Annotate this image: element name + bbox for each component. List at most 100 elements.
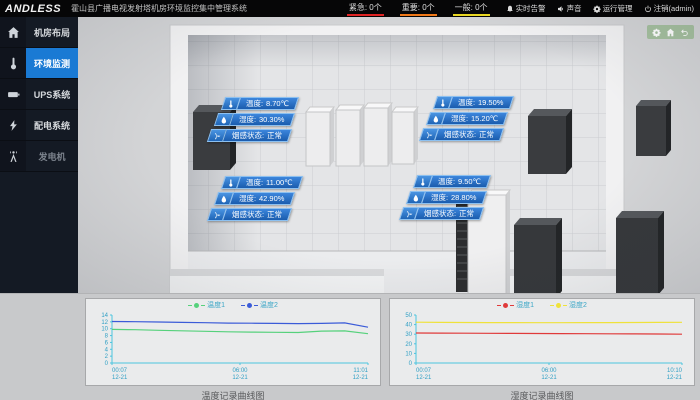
lightning-icon <box>7 119 20 132</box>
menu-item-sound[interactable]: 声音 <box>557 3 582 14</box>
legend-dot <box>194 303 199 308</box>
viewer-toolbar <box>647 25 694 39</box>
legend-dot <box>556 303 561 308</box>
svg-text:50: 50 <box>405 313 412 319</box>
smoke-icon <box>405 210 413 218</box>
ac-units-row <box>306 103 418 166</box>
server-rack-right-top <box>528 109 572 174</box>
logout-icon <box>644 5 652 13</box>
svg-text:14: 14 <box>101 313 108 319</box>
sensor-value: 正常 <box>459 208 474 219</box>
battery-icon <box>7 88 20 101</box>
sensor-value: 15.20℃ <box>471 114 498 123</box>
humidity-icon <box>412 194 420 202</box>
sidebar: 机房布局环境监测UPS系统配电系统发电机 <box>0 17 78 293</box>
sidebar-item-label: 配电系统 <box>26 110 78 140</box>
sensor-row: 烟感状态:正常 <box>207 129 292 142</box>
svg-text:12-21: 12-21 <box>232 375 248 381</box>
chart-plot: 0246810121400:0712-2106:0012-2111:0112-2… <box>86 309 380 385</box>
sensor-row: 湿度:30.30% <box>214 113 295 126</box>
svg-text:4: 4 <box>105 347 109 353</box>
smoke-icon <box>213 211 221 219</box>
thermometer-icon <box>7 57 20 70</box>
humidity-icon <box>432 115 440 123</box>
sensor-label: 湿度: <box>239 193 256 204</box>
sidebar-item-room-layout[interactable]: 机房布局 <box>0 17 78 48</box>
sensor-label: 温度: <box>438 176 455 187</box>
sidebar-item-label: 发电机 <box>26 141 78 171</box>
home-icon <box>7 26 20 39</box>
svg-text:40: 40 <box>405 323 412 329</box>
sidebar-item-power-dist[interactable]: 配电系统 <box>0 110 78 141</box>
svg-text:6: 6 <box>105 340 109 346</box>
sensor-group-2: 温度:19.50%湿度:15.20℃烟感状态:正常 <box>435 96 512 144</box>
menu-item-realtime-alarm[interactable]: 实时告警 <box>506 3 546 14</box>
sidebar-item-label: UPS系统 <box>26 79 78 109</box>
smoke-icon <box>425 131 433 139</box>
chart-plot: 0102030405000:0712-2106:0012-2110:1012-2… <box>390 309 694 385</box>
speaker-icon <box>557 5 565 13</box>
alarm-general: 一般: 0个 <box>453 1 490 16</box>
thermometer-icon <box>439 99 447 107</box>
svg-text:12-21: 12-21 <box>353 375 369 381</box>
sensor-group-3: 温度:11.00℃湿度:42.90%烟感状态:正常 <box>223 176 301 224</box>
sensor-label: 烟感状态: <box>232 209 264 220</box>
sensor-value: 19.50% <box>478 98 503 107</box>
alarm-critical: 紧急: 0个 <box>347 1 384 16</box>
sensor-row: 烟感状态:正常 <box>207 208 292 221</box>
top-header: ANDLESS 霍山县广播电视发射塔机房环境监控集中管理系统 紧急: 0个重要:… <box>0 0 700 17</box>
sensor-value: 8.70℃ <box>266 99 289 108</box>
header-menu: 实时告警声音运行管理注销(admin) <box>506 3 694 14</box>
app-root: ANDLESS 霍山县广播电视发射塔机房环境监控集中管理系统 紧急: 0个重要:… <box>0 0 700 400</box>
server-rack-bottom-b <box>616 211 664 293</box>
sidebar-item-label: 环境监测 <box>26 48 78 78</box>
room-3d-view[interactable]: 温度:8.70℃湿度:30.30%烟感状态:正常温度:19.50%湿度:15.2… <box>78 17 700 293</box>
chart-title-temperature: 温度记录曲线图 <box>85 389 381 400</box>
sidebar-item-env-monitor[interactable]: 环境监测 <box>0 48 78 79</box>
sensor-group-1: 温度:8.70℃湿度:30.30%烟感状态:正常 <box>223 97 297 145</box>
undo-icon[interactable] <box>680 28 689 37</box>
svg-text:20: 20 <box>405 342 412 348</box>
chart-panel-humidity: 湿度1湿度20102030405000:0712-2106:0012-2110:… <box>389 298 695 386</box>
sensor-label: 温度: <box>246 98 263 109</box>
sensor-value: 11.00℃ <box>266 178 293 187</box>
menu-item-operation-mgmt[interactable]: 运行管理 <box>593 3 633 14</box>
thermometer-icon <box>227 100 235 108</box>
sensor-label: 湿度: <box>431 192 448 203</box>
sensor-label: 烟感状态: <box>424 208 456 219</box>
svg-text:06:00: 06:00 <box>232 368 248 374</box>
svg-text:00:07: 00:07 <box>416 368 432 374</box>
sensor-row: 烟感状态:正常 <box>399 207 484 220</box>
home-icon[interactable] <box>666 28 675 37</box>
sensor-row: 温度:9.50℃ <box>413 175 491 188</box>
gear-icon <box>593 5 601 13</box>
sensor-value: 正常 <box>479 129 494 140</box>
svg-text:11:01: 11:01 <box>353 368 368 374</box>
room-3d-render <box>78 17 700 293</box>
app-title: 霍山县广播电视发射塔机房环境监控集中管理系统 <box>71 3 247 14</box>
alarm-general-count: 0个 <box>475 3 487 12</box>
thermometer-icon <box>419 178 427 186</box>
sensor-value: 正常 <box>267 130 282 141</box>
bell-icon <box>506 5 514 13</box>
sidebar-item-generator[interactable]: 发电机 <box>0 141 78 172</box>
sensor-row: 烟感状态:正常 <box>419 128 504 141</box>
svg-text:12-21: 12-21 <box>416 375 432 381</box>
server-rack-bottom-a <box>514 218 562 293</box>
chart-title-humidity: 湿度记录曲线图 <box>389 389 695 400</box>
sidebar-item-ups-system[interactable]: UPS系统 <box>0 79 78 110</box>
sensor-value: 30.30% <box>259 115 284 124</box>
svg-text:10: 10 <box>405 351 412 357</box>
humidity-icon <box>220 116 228 124</box>
svg-text:0: 0 <box>105 361 109 367</box>
sensor-row: 湿度:28.80% <box>406 191 487 204</box>
svg-text:8: 8 <box>105 334 109 340</box>
sensor-row: 温度:11.00℃ <box>221 176 303 189</box>
settings-icon[interactable] <box>652 28 661 37</box>
svg-text:2: 2 <box>105 354 109 360</box>
menu-item-logout[interactable]: 注销(admin) <box>644 3 694 14</box>
brand-logo: ANDLESS <box>5 3 61 15</box>
sensor-group-4: 温度:9.50℃湿度:28.80%烟感状态:正常 <box>415 175 489 223</box>
thermometer-icon <box>227 179 235 187</box>
svg-text:12-21: 12-21 <box>541 375 557 381</box>
